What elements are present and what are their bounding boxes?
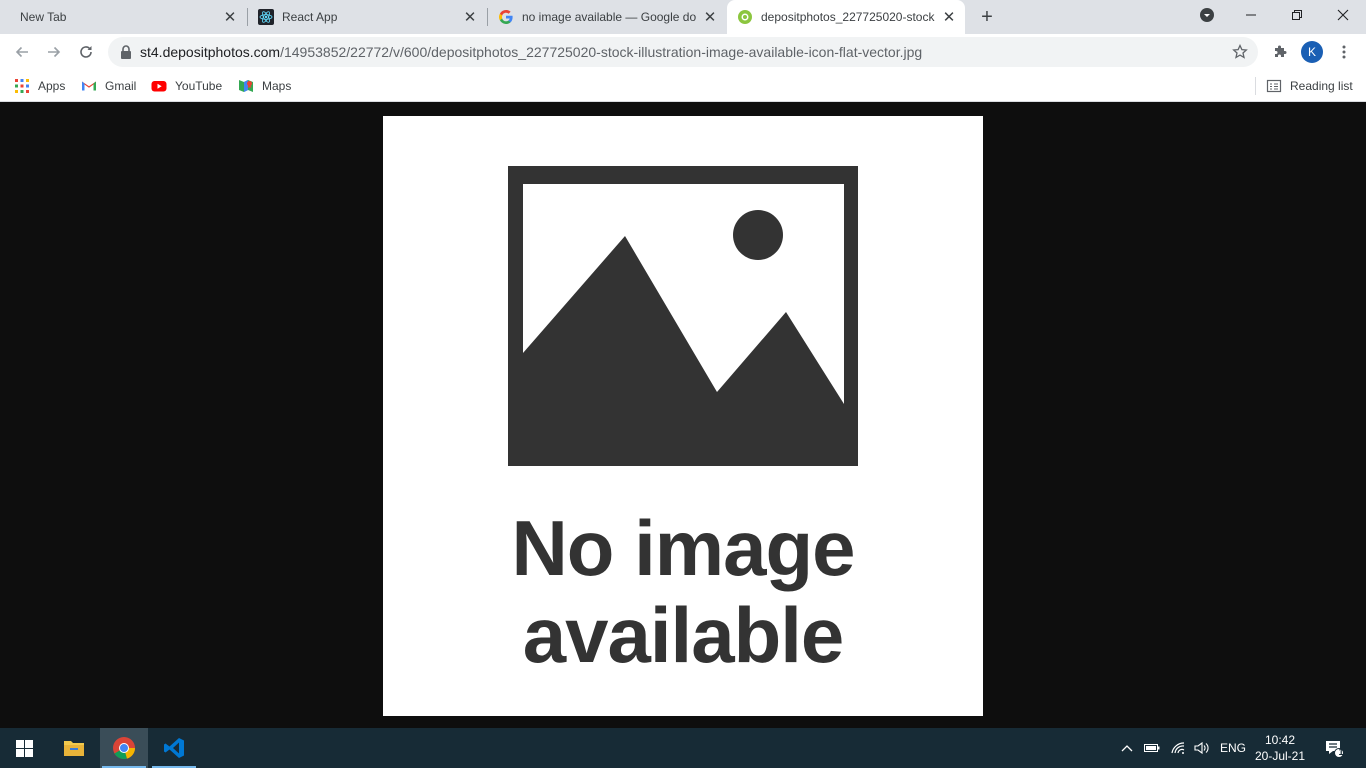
bookmark-maps[interactable]: Maps [238,76,291,96]
menu-button[interactable] [1330,38,1358,66]
image-viewer: No image available [0,103,1366,728]
no-image-line-1: No image [511,504,855,592]
url-text: st4.depositphotos.com/14953852/22772/v/6… [140,44,922,60]
folder-icon [64,741,84,756]
tab-search-button[interactable] [1184,0,1230,30]
action-center-button[interactable]: 1 [1324,728,1348,768]
tab-google-search[interactable]: no image available — Google do ✕ [490,0,726,34]
star-icon[interactable] [1232,44,1248,60]
url-path: /14953852/22772/v/600/depositphotos_2277… [280,44,923,60]
bookmark-label: Maps [262,79,292,93]
tab-title: depositphotos_227725020-stock [761,10,935,24]
arrow-right-icon [48,46,61,58]
tab-title: New Tab [20,10,67,24]
close-icon [1337,9,1349,21]
close-icon[interactable]: ✕ [941,9,957,26]
windows-taskbar: ENG 10:42 20-Jul-21 1 [0,728,1366,768]
reading-list-icon [1266,79,1282,93]
url-host: st4.depositphotos.com [140,44,281,60]
clock-date: 20-Jul-21 [1254,749,1306,763]
restore-button[interactable] [1274,0,1320,30]
arrow-left-icon [15,46,28,58]
close-icon[interactable]: ✕ [222,9,238,26]
tab-title: React App [282,10,338,24]
chrome-taskbar-button[interactable] [100,728,148,768]
minimize-button[interactable] [1228,0,1274,30]
close-icon[interactable]: ✕ [462,9,478,26]
file-explorer-button[interactable] [50,728,98,768]
tab-strip: New Tab ✕ React App ✕ no image available… [0,0,1366,34]
forward-button[interactable] [40,38,68,66]
youtube-icon [151,81,167,92]
gmail-icon [82,81,96,91]
clock[interactable]: 10:42 20-Jul-21 [1252,732,1308,764]
depositphotos-icon [738,10,752,24]
more-vert-icon [1342,45,1346,59]
reading-list-label: Reading list [1290,79,1353,93]
maps-icon [239,80,253,92]
reading-list-button[interactable]: Reading list [1266,76,1353,96]
close-window-button[interactable] [1320,0,1366,30]
apps-grid-icon [15,79,29,93]
tab-title: no image available — Google do [522,10,697,24]
puzzle-icon [1275,45,1287,57]
tab-divider [247,8,248,26]
bookmark-label: Apps [38,79,66,93]
reload-button[interactable] [72,38,100,66]
extensions-button[interactable] [1266,38,1294,66]
chevron-up-icon[interactable] [1120,743,1134,753]
windows-logo-icon [15,739,33,757]
vscode-icon [164,738,184,758]
bookmark-youtube[interactable]: YouTube [151,76,222,96]
tab-react-app[interactable]: React App ✕ [250,0,486,34]
notification-count: 1 [1338,747,1344,757]
clock-time: 10:42 [1264,733,1296,747]
vscode-taskbar-button[interactable] [150,728,198,768]
battery-icon[interactable] [1144,742,1160,754]
bookmark-gmail[interactable]: Gmail [81,76,136,96]
tab-depositphotos[interactable]: depositphotos_227725020-stock ✕ [727,0,965,34]
profile-avatar[interactable]: K [1301,41,1323,63]
new-tab-button[interactable]: + [976,6,998,28]
displayed-image: No image available [383,116,983,716]
image-placeholder-icon [508,166,858,466]
google-icon [499,10,513,24]
bookmark-label: Gmail [105,79,137,93]
chrome-icon [113,737,136,760]
close-icon[interactable]: ✕ [702,9,718,26]
start-button[interactable] [0,728,48,768]
bookmarks-bar: Apps Gmail YouTube Maps Reading list [0,70,1366,102]
system-tray: ENG [1120,728,1246,768]
tab-divider [487,8,488,26]
react-icon [258,9,274,25]
minimize-icon [1246,14,1256,16]
tab-new-tab[interactable]: New Tab ✕ [0,0,246,34]
no-image-line-2: available [522,591,845,679]
chevron-down-icon [1200,8,1214,22]
address-bar[interactable]: st4.depositphotos.com/14953852/22772/v/6… [108,37,1258,67]
wifi-icon[interactable] [1170,741,1186,755]
bookmark-apps[interactable]: Apps [14,76,65,96]
browser-toolbar: st4.depositphotos.com/14953852/22772/v/6… [0,34,1366,70]
volume-icon[interactable] [1194,741,1210,755]
reload-icon [80,46,92,58]
bookmarks-divider [1255,77,1256,95]
lock-icon[interactable] [120,45,132,59]
language-indicator[interactable]: ENG [1220,741,1246,755]
back-button[interactable] [8,38,36,66]
bookmark-label: YouTube [175,79,223,93]
restore-icon [1292,10,1302,20]
